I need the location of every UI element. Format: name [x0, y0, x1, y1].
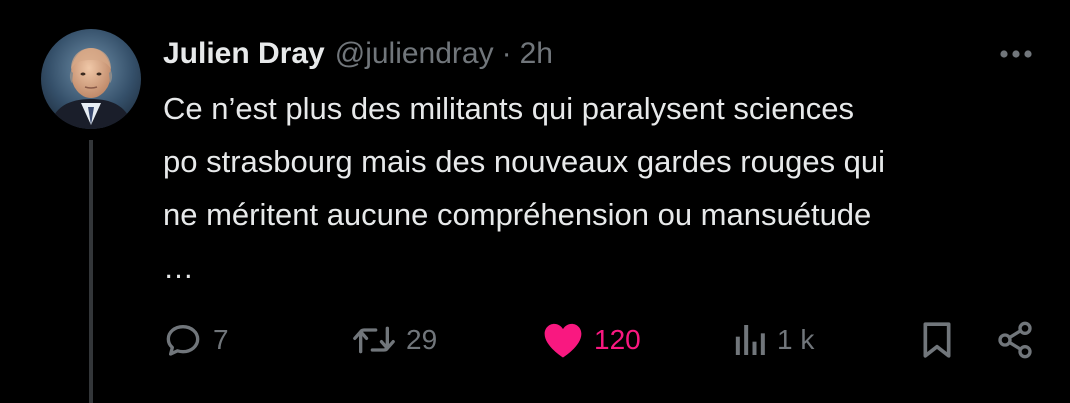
retweet-count: 29: [406, 324, 438, 355]
tweet-text-line: ne méritent aucune compréhension ou mans…: [163, 197, 872, 232]
tweet-text-line: Ce n’est plus des militants qui paralyse…: [163, 91, 854, 126]
reply-button[interactable]: 7: [163, 312, 229, 368]
avatar-image: [41, 29, 141, 129]
reply-count: 7: [213, 324, 229, 355]
tweet-header: Julien Dray @juliendray · 2h: [163, 34, 553, 74]
tweet-text-truncation[interactable]: …: [163, 241, 1043, 294]
speech-bubble-icon: [166, 325, 200, 356]
like-count: 120: [594, 324, 641, 355]
tweet-text-line: po strasbourg mais des nouveaux gardes r…: [163, 144, 886, 179]
views-button[interactable]: 1 k: [733, 312, 814, 368]
retweet-button[interactable]: 29: [352, 312, 437, 368]
views-count: 1 k: [777, 324, 815, 355]
bookmark-icon: [923, 322, 951, 358]
header-separator: ·: [501, 37, 512, 70]
heart-filled-icon: [544, 323, 582, 358]
author-handle[interactable]: @juliendray: [335, 37, 494, 71]
avatar[interactable]: [41, 29, 141, 129]
share-nodes-icon: [998, 321, 1032, 359]
more-options-button[interactable]: [996, 40, 1036, 68]
bookmark-button[interactable]: [919, 312, 955, 368]
ellipsis-icon: [1000, 50, 1032, 58]
action-bar: 7 29 120 1 k: [0, 312, 1070, 368]
timestamp[interactable]: 2h: [520, 37, 553, 71]
author-name[interactable]: Julien Dray: [163, 37, 325, 71]
like-button[interactable]: 120: [542, 312, 641, 368]
retweet-icon: [353, 326, 395, 354]
bar-chart-icon: [735, 325, 765, 355]
share-button[interactable]: [995, 312, 1035, 368]
tweet-text: Ce n’est plus des militants qui paralyse…: [163, 82, 1043, 294]
tweet[interactable]: Julien Dray @juliendray · 2h Ce n’est pl…: [0, 0, 1070, 403]
